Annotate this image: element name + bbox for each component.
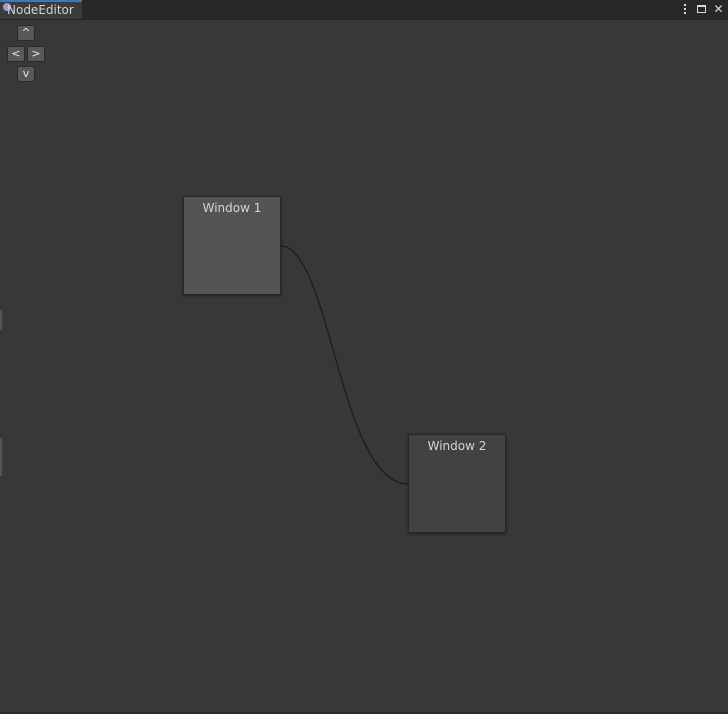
more-vert-icon[interactable] bbox=[679, 2, 690, 16]
title-bar: NodeEditor ✕ bbox=[0, 0, 728, 20]
close-icon[interactable]: ✕ bbox=[713, 2, 724, 16]
title-bar-controls: ✕ bbox=[679, 0, 724, 18]
node-title: Window 2 bbox=[427, 439, 487, 453]
node-title: Window 1 bbox=[202, 201, 262, 215]
tab-title: NodeEditor bbox=[7, 3, 74, 17]
node-window-1[interactable]: Window 1 bbox=[183, 196, 281, 295]
pan-up-button[interactable]: ^ bbox=[17, 25, 35, 41]
connection-window-1-to-window-2 bbox=[280, 245, 409, 485]
left-edge-resize-handle[interactable] bbox=[0, 310, 2, 330]
pan-right-button[interactable]: > bbox=[27, 46, 45, 62]
node-canvas[interactable]: ^ < > v Window 1 Window 2 bbox=[0, 20, 728, 714]
left-edge-resize-handle[interactable] bbox=[0, 438, 2, 476]
pan-left-button[interactable]: < bbox=[7, 46, 25, 62]
maximize-icon[interactable] bbox=[696, 2, 707, 16]
pan-down-button[interactable]: v bbox=[17, 66, 35, 82]
connection-curve-layer bbox=[280, 245, 409, 485]
node-editor-window: NodeEditor ✕ ^ < > v Window 1 Window 2 bbox=[0, 0, 728, 714]
node-window-2[interactable]: Window 2 bbox=[408, 434, 506, 533]
tab-node-editor[interactable]: NodeEditor bbox=[0, 0, 82, 19]
